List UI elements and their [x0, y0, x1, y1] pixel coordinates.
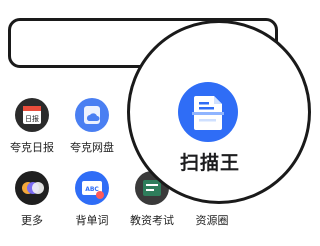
cloud-drive-icon	[75, 98, 109, 132]
app-daily-news[interactable]: 日报 夸克日报	[2, 98, 62, 155]
featured-app-label[interactable]: 扫描王	[155, 148, 265, 175]
app-label: 资源圈	[195, 214, 229, 227]
vocabulary-icon: ABC	[75, 171, 109, 205]
scanner-icon[interactable]	[178, 82, 238, 142]
app-label: 教资考试	[130, 214, 174, 227]
svg-text:ABC: ABC	[85, 186, 99, 193]
app-label: 背单词	[75, 214, 109, 227]
daily-news-icon: 日报	[15, 98, 49, 132]
app-more[interactable]: 更多	[2, 171, 62, 228]
svg-text:日报: 日报	[25, 114, 39, 123]
more-apps-icon	[15, 171, 49, 205]
app-label: 更多	[21, 214, 43, 227]
app-label: 夸克日报	[10, 141, 54, 154]
app-cloud-drive[interactable]: 夸克网盘	[62, 98, 122, 155]
app-vocabulary[interactable]: ABC 背单词	[62, 171, 122, 228]
app-label: 夸克网盘	[70, 141, 114, 154]
